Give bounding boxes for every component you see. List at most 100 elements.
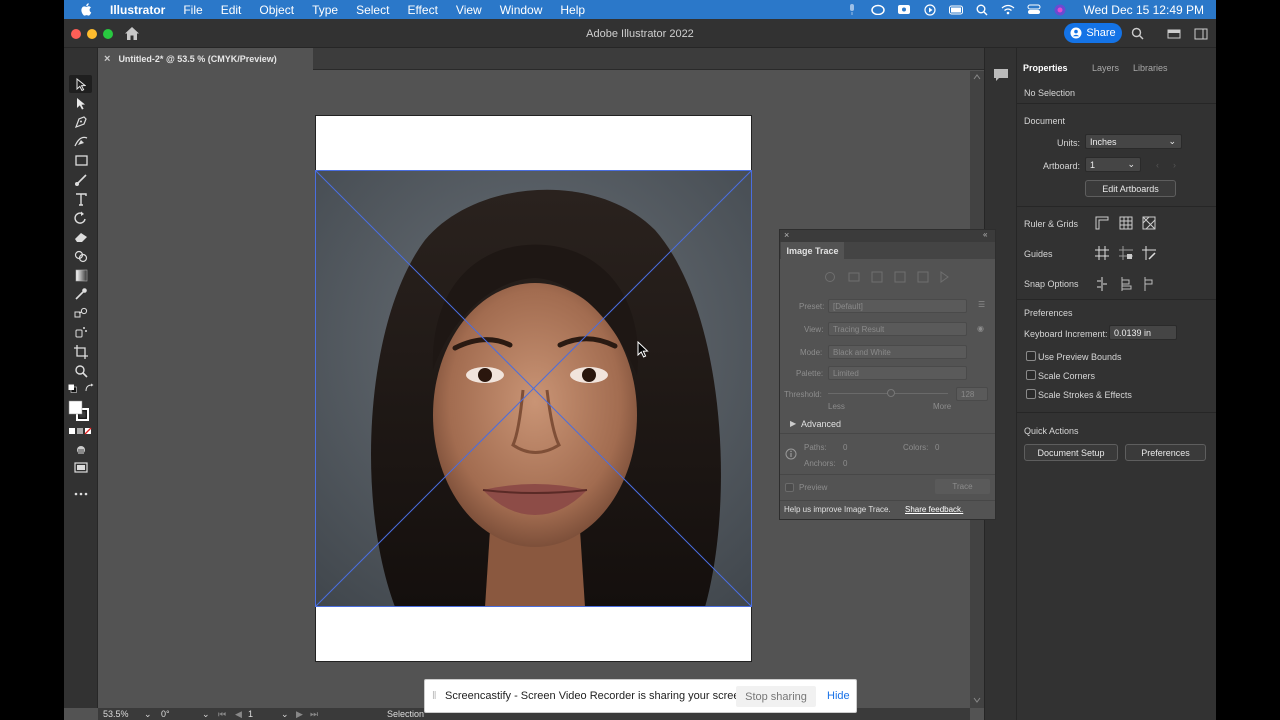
preset-select[interactable]: [Default] xyxy=(828,299,967,313)
artboard-select[interactable]: 1 ⌄ xyxy=(1085,157,1141,172)
trace-button[interactable]: Trace xyxy=(935,479,990,494)
use-preview-bounds-checkbox[interactable] xyxy=(1026,351,1036,361)
next-artboard-icon[interactable]: › xyxy=(1173,160,1176,170)
close-panel-icon[interactable]: × xyxy=(784,230,789,240)
drag-handle-icon[interactable]: ‖ xyxy=(432,690,437,702)
artboard-tool-icon[interactable] xyxy=(73,344,89,360)
gradient-tool-icon[interactable] xyxy=(73,267,89,283)
threshold-slider-handle[interactable] xyxy=(887,389,895,397)
menu-window[interactable]: Window xyxy=(500,3,543,17)
close-tab-icon[interactable]: × xyxy=(104,53,110,65)
artboard-dropdown-icon[interactable]: ⌄ xyxy=(281,709,289,720)
menubar-clock[interactable]: Wed Dec 15 12:49 PM xyxy=(1083,3,1204,17)
menu-object[interactable]: Object xyxy=(259,3,294,17)
next-artboard-icon[interactable]: ▶ xyxy=(296,709,303,720)
menu-file[interactable]: File xyxy=(183,3,202,17)
color-mode-icon[interactable] xyxy=(68,427,94,436)
arrange-documents-icon[interactable] xyxy=(1167,27,1181,40)
screen-record-icon[interactable] xyxy=(897,4,911,15)
advanced-toggle[interactable]: Advanced xyxy=(801,419,841,429)
scale-corners-checkbox[interactable] xyxy=(1026,370,1036,380)
collapse-panel-icon[interactable]: « xyxy=(983,230,987,239)
preferences-button[interactable]: Preferences xyxy=(1125,444,1206,461)
siri-icon[interactable] xyxy=(1053,4,1067,15)
advanced-disclosure-icon[interactable]: ▶ xyxy=(790,419,796,428)
edit-artboards-button[interactable]: Edit Artboards xyxy=(1085,180,1176,197)
snap-to-point-icon[interactable] xyxy=(1095,277,1109,291)
share-button[interactable]: Share xyxy=(1064,23,1122,43)
preview-checkbox[interactable] xyxy=(785,483,794,492)
rotate-tool-icon[interactable] xyxy=(73,210,89,226)
preset-menu-icon[interactable]: ☰ xyxy=(978,300,985,309)
edit-toolbar-icon[interactable] xyxy=(73,486,89,502)
draw-mode-icon[interactable] xyxy=(73,442,89,458)
zoom-dropdown-icon[interactable]: ⌄ xyxy=(144,709,152,720)
view-select[interactable]: Tracing Result xyxy=(828,322,967,336)
image-trace-header[interactable]: × « xyxy=(780,230,995,242)
control-center-icon[interactable] xyxy=(1027,4,1041,15)
threshold-input[interactable]: 128 xyxy=(956,387,988,401)
document-tab[interactable]: × Untitled-2* @ 53.5 % (CMYK/Preview) xyxy=(98,48,313,70)
rulers-icon[interactable] xyxy=(1095,216,1109,230)
search-icon[interactable] xyxy=(975,4,989,15)
menu-app-name[interactable]: Illustrator xyxy=(110,3,165,17)
paintbrush-tool-icon[interactable] xyxy=(73,172,89,188)
grid-icon[interactable] xyxy=(1119,216,1133,230)
rectangle-tool-icon[interactable] xyxy=(73,152,89,168)
menu-effect[interactable]: Effect xyxy=(407,3,437,17)
artboard-number[interactable]: 1 xyxy=(248,709,253,719)
last-artboard-icon[interactable]: ⏭ xyxy=(310,709,318,720)
snap-to-pixel-icon[interactable] xyxy=(1119,277,1133,291)
zoom-level[interactable]: 53.5% xyxy=(103,709,129,719)
fill-stroke-swatch[interactable] xyxy=(68,400,90,422)
battery-icon[interactable] xyxy=(949,4,964,15)
symbol-sprayer-tool-icon[interactable] xyxy=(73,324,89,340)
first-artboard-icon[interactable]: ⏮ xyxy=(218,709,226,720)
menu-type[interactable]: Type xyxy=(312,3,338,17)
pen-tool-icon[interactable] xyxy=(73,114,89,130)
share-feedback-link[interactable]: Share feedback. xyxy=(905,505,963,514)
hide-button[interactable]: Hide xyxy=(827,690,850,702)
menu-view[interactable]: View xyxy=(456,3,482,17)
image-trace-tab[interactable]: Image Trace xyxy=(781,242,844,259)
transparency-grid-icon[interactable] xyxy=(1142,216,1156,230)
tab-libraries[interactable]: Libraries xyxy=(1133,63,1168,73)
apple-icon[interactable] xyxy=(81,3,95,17)
previous-artboard-icon[interactable]: ‹ xyxy=(1156,160,1159,170)
eyedropper-tool-icon[interactable] xyxy=(73,286,89,302)
default-colors-icon[interactable] xyxy=(67,383,77,393)
eraser-tool-icon[interactable] xyxy=(73,229,89,245)
previous-artboard-icon[interactable]: ◀ xyxy=(235,709,242,720)
trace-presets-icons[interactable] xyxy=(822,270,952,283)
workspace-icon[interactable] xyxy=(1194,27,1208,40)
type-tool-icon[interactable] xyxy=(73,191,89,207)
menu-select[interactable]: Select xyxy=(356,3,389,17)
keyboard-increment-input[interactable]: 0.0139 in xyxy=(1109,325,1177,340)
wifi-icon[interactable] xyxy=(1001,4,1015,15)
direct-selection-tool-icon[interactable] xyxy=(73,95,89,111)
scale-strokes-checkbox[interactable] xyxy=(1026,389,1036,399)
eye-icon[interactable]: ◉ xyxy=(977,324,984,333)
blend-tool-icon[interactable] xyxy=(73,305,89,321)
placed-portrait-image[interactable] xyxy=(315,170,752,607)
rotation-value[interactable]: 0° xyxy=(161,709,170,719)
tab-properties[interactable]: Properties xyxy=(1023,63,1068,73)
tab-layers[interactable]: Layers xyxy=(1092,63,1119,73)
zoom-tool-icon[interactable] xyxy=(73,363,89,379)
snap-to-grid-icon[interactable] xyxy=(1142,277,1156,291)
lock-guides-icon[interactable] xyxy=(1119,246,1133,260)
comments-icon[interactable] xyxy=(993,68,1009,82)
mode-select[interactable]: Black and White xyxy=(828,345,967,359)
selection-tool-icon[interactable] xyxy=(69,75,92,93)
microphone-icon[interactable] xyxy=(845,4,859,15)
smart-guides-icon[interactable] xyxy=(1142,246,1156,260)
rotation-dropdown-icon[interactable]: ⌄ xyxy=(202,709,210,720)
document-setup-button[interactable]: Document Setup xyxy=(1024,444,1118,461)
shape-builder-tool-icon[interactable] xyxy=(73,248,89,264)
menu-edit[interactable]: Edit xyxy=(221,3,242,17)
screen-mode-icon[interactable] xyxy=(73,460,89,476)
show-guides-icon[interactable] xyxy=(1095,246,1109,260)
search-help-icon[interactable] xyxy=(1131,27,1145,40)
units-select[interactable]: Inches ⌄ xyxy=(1085,134,1182,149)
menu-help[interactable]: Help xyxy=(560,3,585,17)
